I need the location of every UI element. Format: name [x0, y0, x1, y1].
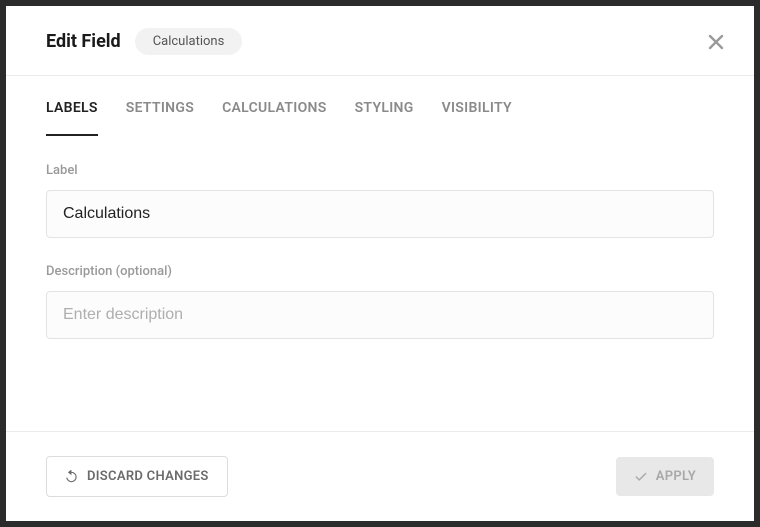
tab-styling[interactable]: STYLING [355, 76, 414, 136]
apply-label: APPLY [656, 469, 696, 484]
tab-visibility[interactable]: VISIBILITY [442, 76, 512, 136]
close-icon [708, 34, 724, 50]
tab-settings[interactable]: SETTINGS [126, 76, 194, 136]
label-input[interactable] [46, 190, 714, 238]
apply-button[interactable]: APPLY [616, 457, 714, 496]
description-group: Description (optional) [46, 264, 714, 339]
close-button[interactable] [708, 34, 724, 50]
edit-field-modal: Edit Field Calculations LABELS SETTINGS … [6, 6, 754, 521]
discard-changes-button[interactable]: DISCARD CHANGES [46, 456, 228, 497]
field-name-tag: Calculations [135, 28, 243, 55]
modal-title: Edit Field [46, 31, 121, 52]
description-input[interactable] [46, 291, 714, 339]
label-group: Label [46, 163, 714, 238]
tab-calculations[interactable]: CALCULATIONS [222, 76, 327, 136]
check-icon [634, 470, 648, 484]
modal-header: Edit Field Calculations [6, 6, 754, 76]
discard-label: DISCARD CHANGES [87, 469, 209, 484]
tab-bar: LABELS SETTINGS CALCULATIONS STYLING VIS… [6, 76, 754, 137]
modal-content: Label Description (optional) [6, 137, 754, 431]
modal-footer: DISCARD CHANGES APPLY [6, 431, 754, 521]
description-caption: Description (optional) [46, 264, 714, 279]
undo-icon [65, 470, 79, 484]
tab-labels[interactable]: LABELS [46, 76, 98, 136]
label-caption: Label [46, 163, 714, 178]
